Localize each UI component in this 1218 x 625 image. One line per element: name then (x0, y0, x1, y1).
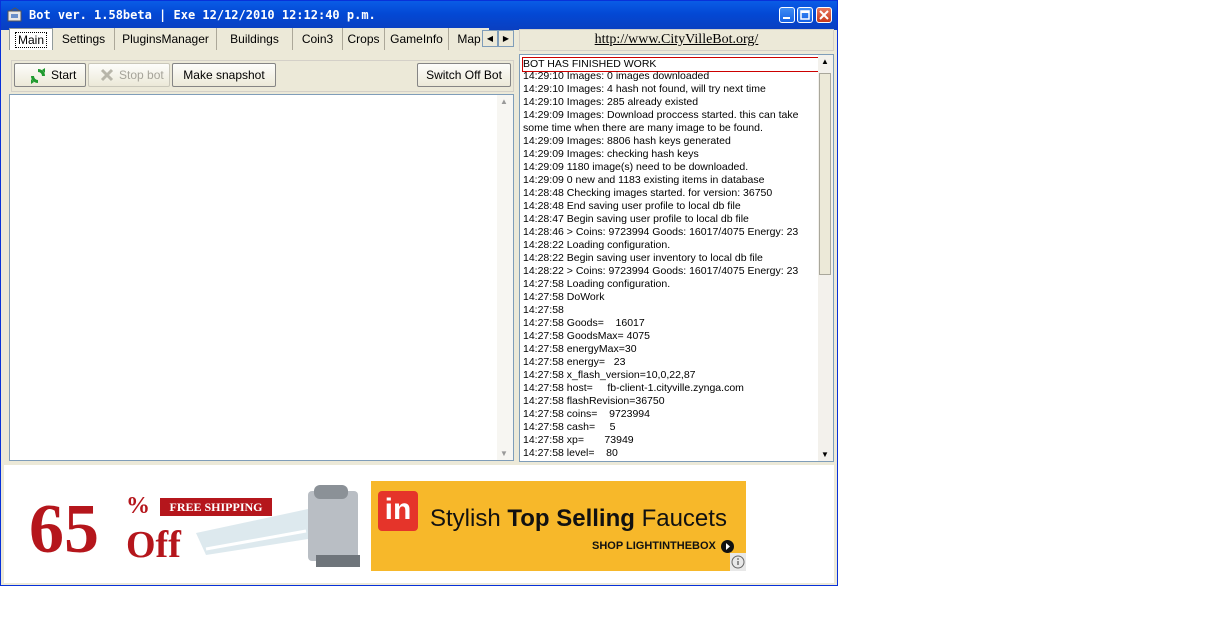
ad-off: Off (126, 524, 181, 566)
tab-plugins-manager[interactable]: PluginsManager (115, 28, 217, 50)
scroll-up-icon: ▲ (821, 57, 829, 66)
log-line: 14:28:22 Begin saving user inventory to … (523, 252, 763, 264)
ad-headline-bold: Top Selling (507, 505, 635, 532)
faucet-icon (196, 485, 360, 567)
lightinthebox-logo: in (378, 491, 418, 531)
log-line: 14:27:58 level= 80 (523, 447, 618, 459)
log-line: 14:27:58 xp= 73949 (523, 434, 634, 446)
log-pane[interactable]: BOT HAS FINISHED WORK 14:29:10 Images: 0 … (519, 54, 834, 462)
tab-coin3[interactable]: Coin3 (293, 28, 343, 50)
tab-scroll-left-button[interactable]: ◀ (482, 30, 498, 47)
tab-strip: Main Settings PluginsManager Buildings C… (7, 28, 517, 52)
log-line: 14:27:58 (523, 304, 564, 316)
arrow-left-icon: ◀ (486, 34, 494, 43)
log-line: 14:27:58 energy= 23 (523, 356, 626, 368)
log-line: 14:27:58 GoodsMax= 4075 (523, 330, 650, 342)
log-line: 14:28:22 Loading configuration. (523, 239, 671, 251)
log-line: 14:27:58 x_flash_version=10,0,22,87 (523, 369, 696, 381)
window-title: Bot ver. 1.58beta | Exe 12/12/2010 12:12… (29, 8, 376, 22)
log-line: 14:27:58 energyMax=30 (523, 343, 637, 355)
ad-headline-post: Faucets (634, 505, 727, 532)
log-line: 14:27:58 coins= 9723994 (523, 408, 650, 420)
maximize-icon (800, 10, 810, 20)
tab-settings[interactable]: Settings (53, 28, 115, 50)
log-line: 14:29:09 Images: 8806 hash keys generate… (523, 135, 731, 147)
tab-buildings[interactable]: Buildings (217, 28, 293, 50)
ad-percent: 65 (29, 491, 99, 568)
refresh-icon (31, 68, 45, 84)
close-icon (819, 10, 829, 20)
log-line: 14:29:09 Images: Download proccess start… (523, 109, 802, 134)
stop-icon (100, 68, 114, 82)
arrow-right-icon: ▶ (502, 34, 510, 43)
bot-toolbar: Start Stop bot Make snapshot Switch Off … (11, 60, 514, 92)
scroll-down-icon: ▼ (500, 449, 508, 458)
ad-cta[interactable]: SHOP LIGHTINTHEBOX (592, 540, 716, 552)
log-line: 14:27:58 cash= 5 (523, 421, 616, 433)
log-line: 14:27:58 Goods= 16017 (523, 317, 645, 329)
log-line: 14:29:10 Images: 4 hash not found, will … (523, 83, 766, 95)
stop-bot-label: Stop bot (119, 68, 164, 82)
play-arrow-glyph (726, 543, 730, 550)
tab-main[interactable]: Main (9, 28, 53, 50)
info-icon (731, 555, 745, 569)
log-line: 14:28:46 > Coins: 9723994 Goods: 16017/4… (523, 226, 799, 238)
ad-headline-pre: Stylish (430, 505, 508, 532)
log-line: 14:27:58 flashRevision=36750 (523, 395, 665, 407)
ad-headline: Stylish Top Selling Faucets (430, 505, 727, 533)
tab-gameinfo[interactable]: GameInfo (385, 28, 449, 50)
tab-crops[interactable]: Crops (343, 28, 385, 50)
log-scrollbar[interactable]: ▲ ▼ (818, 55, 833, 461)
app-window: Bot ver. 1.58beta | Exe 12/12/2010 12:12… (0, 0, 838, 586)
log-scroll-thumb[interactable] (819, 73, 831, 275)
minimize-icon (783, 17, 790, 19)
log-line: 14:29:10 Images: 0 images downloaded (523, 70, 710, 82)
scroll-up-icon: ▲ (500, 97, 508, 106)
ad-percent-sign: % (126, 493, 150, 519)
log-line: 14:29:09 1180 image(s) need to be downlo… (523, 161, 749, 173)
ad-info-icon[interactable] (730, 553, 746, 571)
log-line: 14:28:22 > Coins: 9723994 Goods: 16017/4… (523, 265, 799, 277)
title-bar[interactable]: Bot ver. 1.58beta | Exe 12/12/2010 12:12… (1, 1, 837, 30)
app-icon (7, 7, 22, 22)
stop-bot-button[interactable]: Stop bot (88, 63, 170, 87)
log-line: 14:28:48 End saving user profile to loca… (523, 200, 741, 212)
tab-main-label: Main (14, 32, 48, 48)
client-area: Main Settings PluginsManager Buildings C… (4, 28, 834, 583)
play-arrow-icon (721, 540, 734, 553)
log-line: 14:29:10 Images: 285 already existed (523, 96, 699, 108)
log-line: 14:27:58 DoWork (523, 291, 605, 303)
log-line: 14:29:09 0 new and 1183 existing items i… (523, 174, 765, 186)
tab-scroll-right-button[interactable]: ▶ (498, 30, 514, 47)
ad-banner[interactable]: 65 % Off FREE SHIPPING in Stylish Top Se… (18, 481, 746, 571)
make-snapshot-button[interactable]: Make snapshot (172, 63, 276, 87)
start-label: Start (51, 68, 77, 82)
log-line: 14:28:47 Begin saving user profile to lo… (523, 213, 749, 225)
minimize-button[interactable] (779, 7, 795, 23)
browser-pane[interactable]: ▲ ▼ (9, 94, 514, 461)
switch-off-bot-button[interactable]: Switch Off Bot (417, 63, 511, 87)
log-line: 14:29:09 Images: checking hash keys (523, 148, 699, 160)
log-line: 14:27:58 Loading configuration. (523, 278, 671, 290)
url-bar: http://www.CityVilleBot.org/ (519, 29, 834, 51)
maximize-button[interactable] (797, 7, 813, 23)
start-button[interactable]: Start (14, 63, 86, 87)
scroll-down-icon: ▼ (821, 450, 829, 459)
log-line: 14:28:48 Checking images started. for ve… (523, 187, 773, 199)
main-panel: Main Settings PluginsManager Buildings C… (4, 28, 834, 465)
close-button[interactable] (816, 7, 832, 23)
log-line: 14:27:58 host= fb-client-1.cityville.zyn… (523, 382, 744, 394)
browser-scrollbar[interactable]: ▲ ▼ (497, 95, 513, 460)
cityvillebot-link[interactable]: http://www.CityVilleBot.org/ (595, 32, 759, 47)
